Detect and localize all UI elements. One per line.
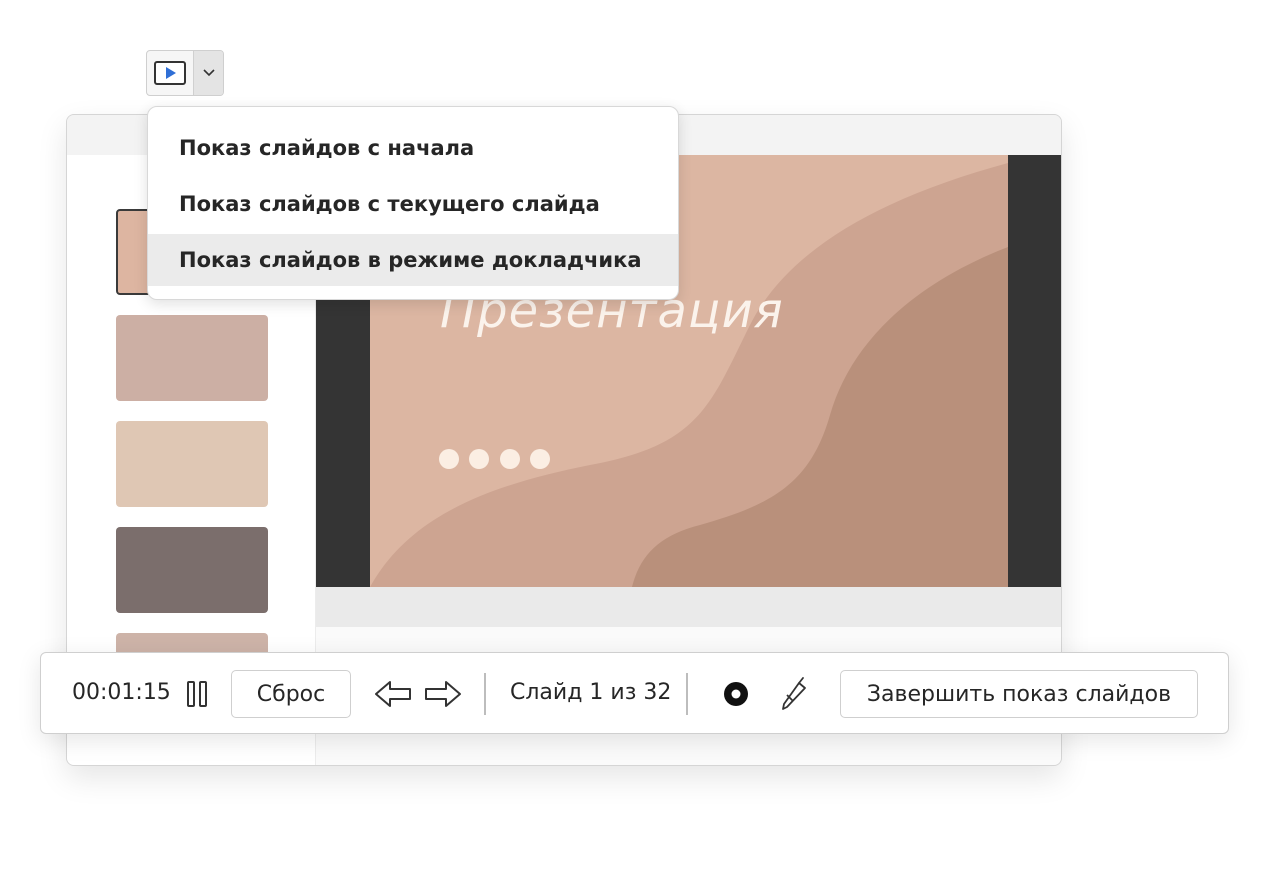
menu-item-presenter-view[interactable]: Показ слайдов в режиме докладчика xyxy=(148,234,678,286)
notes-strip xyxy=(316,587,1061,627)
slide-thumbnail[interactable] xyxy=(116,315,268,401)
arrow-right-icon[interactable] xyxy=(424,679,462,709)
chevron-down-icon xyxy=(202,69,215,77)
start-slideshow-button[interactable] xyxy=(147,51,193,95)
toolbar-separator xyxy=(686,673,688,715)
slide-decor-dot xyxy=(530,449,550,469)
presenter-toolbar: 00:01:15 Сброс Слайд 1 из 32 Завершить п… xyxy=(40,652,1229,734)
toolbar-separator xyxy=(484,673,486,715)
pause-icon[interactable] xyxy=(186,681,208,707)
play-slideshow-icon xyxy=(154,61,186,85)
slide-decor-dot xyxy=(439,449,459,469)
arrow-left-icon[interactable] xyxy=(374,679,412,709)
menu-item-from-beginning[interactable]: Показ слайдов с начала xyxy=(148,122,678,174)
slide-decor-dot xyxy=(500,449,520,469)
pen-icon[interactable] xyxy=(779,675,811,711)
end-slideshow-button[interactable]: Завершить показ слайдов xyxy=(840,670,1198,718)
slide-thumbnail[interactable] xyxy=(116,421,268,507)
slideshow-dropdown-menu: Показ слайдов с начала Показ слайдов с т… xyxy=(147,106,679,300)
laser-pointer-icon[interactable] xyxy=(723,681,749,707)
slideshow-dropdown-toggle[interactable] xyxy=(193,51,223,95)
slide-thumbnail[interactable] xyxy=(116,527,268,613)
reset-timer-button[interactable]: Сброс xyxy=(231,670,351,718)
menu-item-from-current-slide[interactable]: Показ слайдов с текущего слайда xyxy=(148,178,678,230)
slide-counter: Слайд 1 из 32 xyxy=(510,680,672,705)
slide-decor-dot xyxy=(469,449,489,469)
elapsed-timer: 00:01:15 xyxy=(72,680,171,705)
slideshow-split-button[interactable] xyxy=(146,50,224,96)
